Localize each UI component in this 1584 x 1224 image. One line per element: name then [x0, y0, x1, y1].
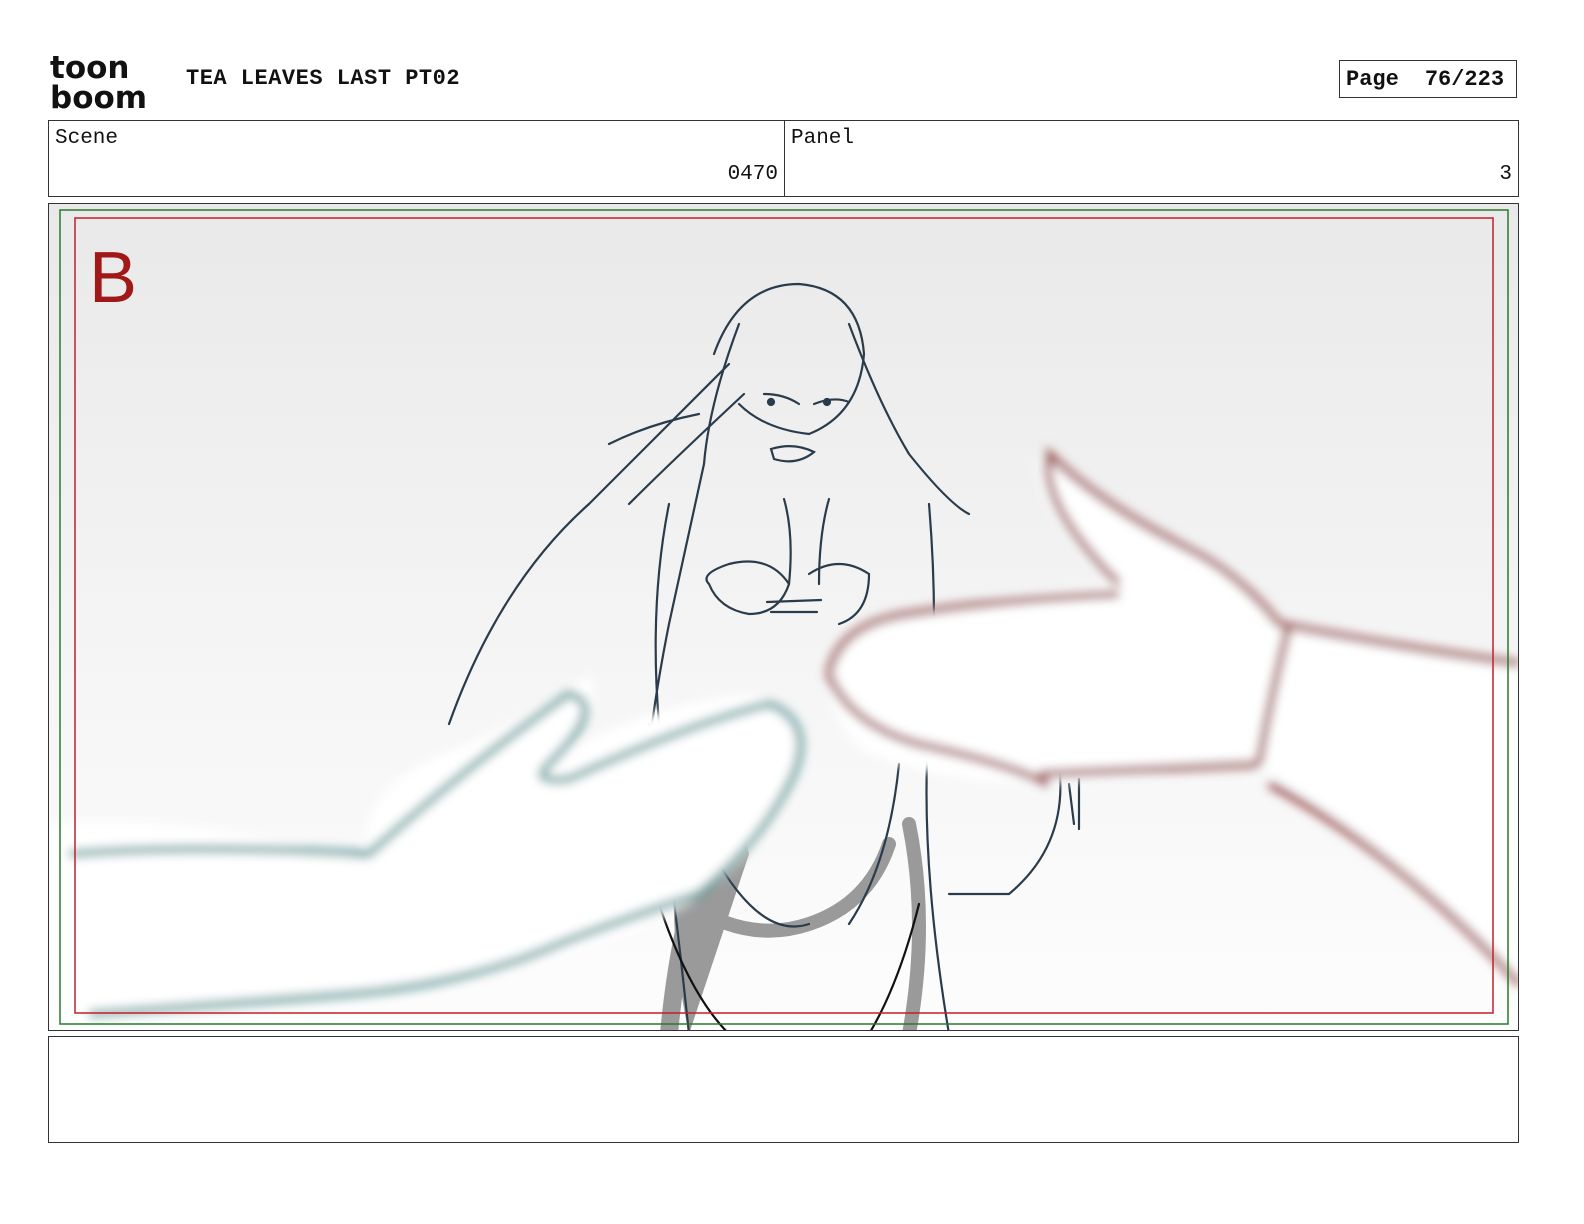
panel-label: Panel [791, 127, 855, 150]
panel-number: 3 [1499, 163, 1512, 186]
storyboard-drawing [49, 204, 1518, 1030]
panel-notes [48, 1036, 1519, 1143]
panel-cell: Panel 3 [785, 121, 1518, 196]
page-number: 76/223 [1424, 66, 1505, 92]
logo-bottom-word: boom [50, 80, 147, 112]
panel-marker: B [89, 238, 138, 318]
scene-panel-row: Scene 0470 Panel 3 [48, 120, 1519, 197]
scene-label: Scene [55, 127, 119, 150]
project-title: TEA LEAVES LAST PT02 [186, 66, 461, 91]
page-label: Page [1346, 66, 1399, 92]
page-indicator: Page 76/223 [1339, 60, 1517, 98]
toon-boom-logo: toon boom [50, 50, 147, 112]
scene-number: 0470 [727, 163, 778, 186]
scene-cell: Scene 0470 [49, 121, 785, 196]
storyboard-frame: B [48, 203, 1519, 1031]
